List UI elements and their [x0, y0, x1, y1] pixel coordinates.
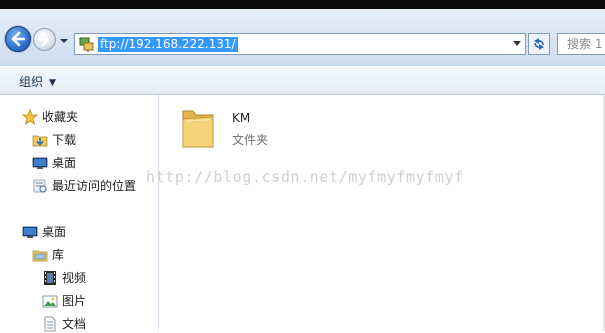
- folder-type: 文件夹: [232, 133, 269, 147]
- address-path[interactable]: ftp://192.168.222.131/: [98, 37, 238, 52]
- forward-arrow-icon: [37, 32, 50, 47]
- back-arrow-icon: [11, 31, 26, 47]
- file-list-pane: KM 文件夹: [160, 95, 605, 331]
- search-input[interactable]: 搜索 1: [557, 33, 605, 55]
- documents-library-icon: [44, 316, 56, 332]
- desktop-icon: [32, 157, 48, 169]
- recent-places-icon: [33, 179, 47, 193]
- pictures-library-icon: [42, 295, 58, 308]
- organize-label: 组织: [19, 75, 44, 89]
- ftp-location-icon: [79, 37, 94, 52]
- chevron-down-icon: ▼: [49, 78, 56, 88]
- navigation-pane: 收藏夹 下载 桌面 最近访问的位置 桌面 库 视频 图片 文档: [0, 95, 159, 332]
- chevron-down-icon: [60, 39, 68, 43]
- video-library-icon: [44, 271, 56, 285]
- folder-name: KM: [232, 111, 251, 125]
- watermark-text: http://blog.csdn.net/myfmyfmyfmyf: [146, 168, 464, 186]
- libraries-folder-icon: [32, 250, 48, 262]
- address-field[interactable]: ftp://192.168.222.131/: [74, 33, 526, 55]
- back-button[interactable]: [5, 26, 31, 52]
- address-dropdown-icon[interactable]: [513, 41, 521, 47]
- list-item[interactable]: KM 文件夹: [180, 103, 310, 155]
- recent-pages-dropdown[interactable]: [59, 35, 69, 45]
- refresh-icon: [534, 38, 544, 50]
- refresh-button[interactable]: [528, 33, 550, 55]
- desktop-icon: [22, 226, 38, 238]
- window-top-band: [0, 0, 605, 9]
- forward-button[interactable]: [33, 28, 56, 51]
- organize-button[interactable]: 组织 ▼: [19, 73, 56, 90]
- command-bar: 组织 ▼: [0, 65, 605, 95]
- star-icon: [22, 109, 38, 125]
- folder-icon: [182, 110, 214, 148]
- download-folder-icon: [32, 135, 48, 147]
